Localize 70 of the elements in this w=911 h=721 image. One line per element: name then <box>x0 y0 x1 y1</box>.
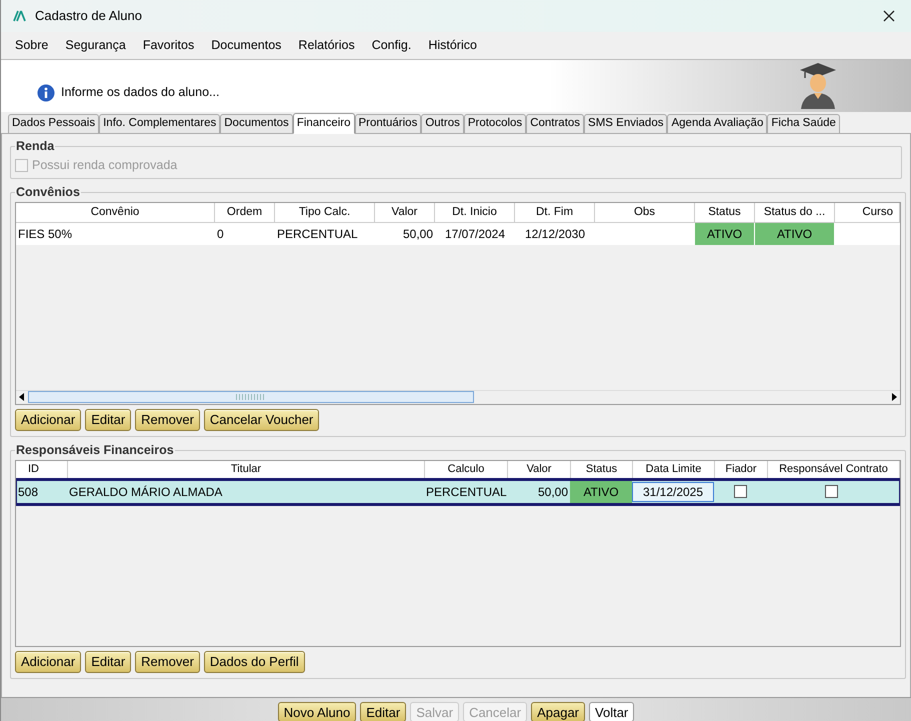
tab[interactable]: Protocolos <box>464 114 526 133</box>
menu-item[interactable]: Sobre <box>15 36 48 55</box>
menu-item[interactable]: Segurança <box>65 36 126 55</box>
column-header[interactable]: Obs <box>595 202 695 223</box>
footer-button[interactable]: Voltar <box>589 702 634 721</box>
status-cell: ATIVO <box>570 480 632 502</box>
column-header[interactable]: Valor <box>508 460 571 478</box>
header-message: Informe os dados do aluno... <box>61 84 220 102</box>
column-header[interactable]: Convênio <box>16 202 215 223</box>
column-header[interactable]: Data Limite <box>633 460 715 478</box>
column-header[interactable]: Calculo <box>425 460 508 478</box>
column-header[interactable]: Status <box>571 460 633 478</box>
checkbox[interactable] <box>734 485 747 498</box>
table-cell-text: PERCENTUAL <box>425 484 507 500</box>
footer-button[interactable]: Editar <box>360 702 406 721</box>
tab[interactable]: Agenda Avaliação <box>667 114 768 133</box>
column-header[interactable]: Dt. Inicio <box>435 202 515 223</box>
tab[interactable]: SMS Enviados <box>584 114 668 133</box>
checkbox-label: Possui renda comprovada <box>32 156 178 174</box>
action-button[interactable]: Adicionar <box>15 650 82 672</box>
tab[interactable]: Documentos <box>220 114 293 133</box>
group-title: Responsáveis Financeiros <box>15 442 175 459</box>
column-header[interactable]: Tipo Calc. <box>275 202 375 223</box>
table-row[interactable]: 508 GERALDO MÁRIO ALMADA PERCENTUAL 50,00 ATIVO 31/12/2025 <box>16 478 900 506</box>
table-row[interactable]: FIES 50% 0 PERCENTUAL 50,00 17/07/2024 12/12/2030 ATIVO ATIVO <box>16 222 900 245</box>
checkbox[interactable] <box>824 485 838 498</box>
tab[interactable]: Info. Complementares <box>99 114 220 133</box>
column-header[interactable]: Titular <box>68 460 425 478</box>
table-cell-text: 50,00 <box>536 484 569 500</box>
group-title: Renda <box>15 138 56 155</box>
group-title: Convênios <box>15 184 81 201</box>
tab[interactable]: Outros <box>421 114 464 133</box>
tab[interactable]: Ficha Saúde <box>767 114 840 133</box>
column-header[interactable]: Valor <box>375 202 435 223</box>
column-header[interactable]: Fiador <box>715 460 768 478</box>
footer-button[interactable]: Novo Aluno <box>278 702 356 721</box>
menu-item[interactable]: Documentos <box>211 36 282 55</box>
table-cell-text: GERALDO MÁRIO ALMADA <box>68 484 224 500</box>
column-header[interactable]: Status do ... <box>755 202 835 223</box>
action-button[interactable]: Remover <box>135 408 200 431</box>
action-button[interactable]: Editar <box>85 650 132 672</box>
status-cell: ATIVO <box>755 222 835 245</box>
action-button[interactable]: Dados do Perfil <box>204 650 305 672</box>
horizontal-scrollbar[interactable] <box>16 390 900 404</box>
action-button[interactable]: Adicionar <box>15 408 82 431</box>
action-button[interactable]: Remover <box>135 650 200 672</box>
table-cell-text: 508 <box>17 484 40 500</box>
menu-item[interactable]: Histórico <box>428 36 477 55</box>
column-header[interactable]: Responsável Contrato <box>768 460 900 478</box>
action-button[interactable]: Editar <box>85 408 132 431</box>
tab[interactable]: Dados Pessoais <box>8 114 100 133</box>
column-header[interactable]: Status <box>695 202 755 223</box>
column-header[interactable]: Dt. Fim <box>515 202 595 223</box>
info-icon <box>37 84 55 102</box>
footer-button[interactable]: Apagar <box>531 702 586 721</box>
menu-item[interactable]: Relatórios <box>298 36 355 55</box>
tab[interactable]: Prontuários <box>354 114 422 133</box>
date-field[interactable]: 31/12/2025 <box>632 482 714 502</box>
column-header[interactable]: ID <box>16 460 68 478</box>
window-title: Cadastro de Aluno <box>35 7 142 26</box>
logo-icon <box>13 10 27 22</box>
action-button[interactable]: Cancelar Voucher <box>204 408 320 431</box>
tab[interactable]: Contratos <box>526 114 584 133</box>
menu-item[interactable]: Config. <box>372 36 412 55</box>
status-cell: ATIVO <box>695 222 755 245</box>
column-header[interactable]: Curso <box>835 202 900 223</box>
column-header[interactable]: Ordem <box>215 202 275 223</box>
close-icon <box>883 10 895 22</box>
tab[interactable]: Financeiro <box>292 113 355 134</box>
menu-item[interactable]: Favoritos <box>142 36 194 55</box>
